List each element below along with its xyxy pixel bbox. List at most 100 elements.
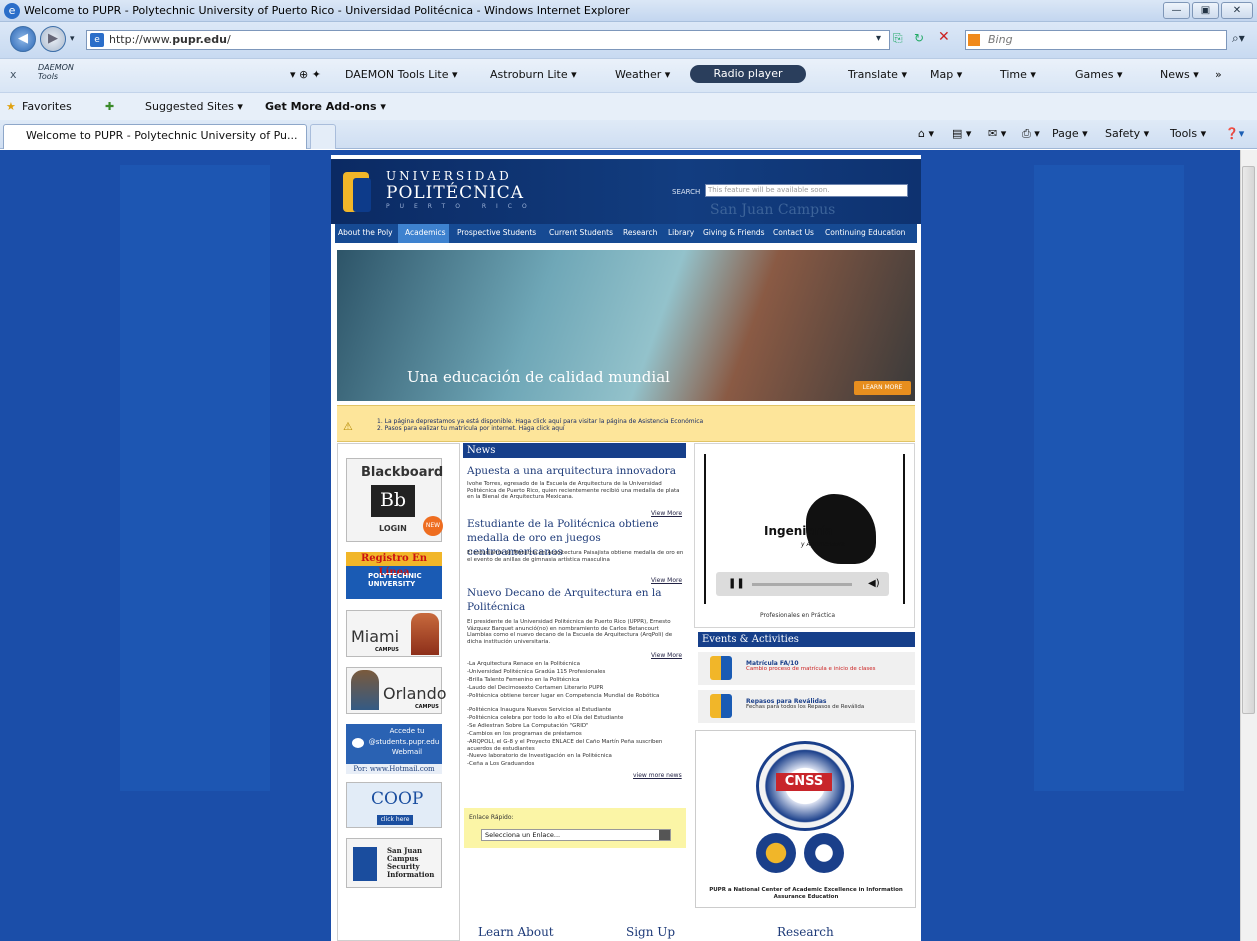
research-heading[interactable]: Research [777,925,834,939]
window-titlebar: e Welcome to PUPR - Polytechnic Universi… [0,0,1257,22]
learn-about-heading[interactable]: Learn About [478,925,554,939]
news-list-item[interactable]: -Laudo del Decimosexto Certamen Literari… [467,685,685,692]
address-bar: ◀ ▶ ▾ http://www.pupr.edu/ e ▾ ⎘ ↻ ✕ Bin… [0,22,1257,58]
news-more-3[interactable]: View More [651,652,682,659]
news-list-item[interactable]: -Politécnica celebra por todo lo alto el… [467,715,685,722]
translate-menu[interactable]: Translate ▾ [848,68,907,81]
ie-logo-icon: e [4,3,20,19]
minimize-button[interactable]: — [1163,2,1190,19]
notice-line-2[interactable]: 2. Pasos para ealizar tu matricula por i… [377,425,565,432]
video-seek-bar[interactable] [752,583,852,586]
nav-giving[interactable]: Giving & Friends [703,228,765,237]
news-list-item[interactable]: -Se Adiestran Sobre La Computación "GRID… [467,723,685,730]
games-menu[interactable]: Games ▾ [1075,68,1123,81]
nav-library[interactable]: Library [668,228,694,237]
stop-icon[interactable]: ✕ [938,29,950,45]
sign-up-heading[interactable]: Sign Up [626,925,675,939]
news-list-item[interactable]: -Ceña a Los Graduandos [467,761,685,768]
astroburn-menu[interactable]: Astroburn Lite ▾ [490,68,577,81]
nav-about[interactable]: About the Poly [338,228,393,237]
news-list-item[interactable]: -Universidad Politécnica Gradúa 115 Prof… [467,669,685,676]
compatibility-icon[interactable]: ⎘ [893,31,903,46]
hero-banner[interactable]: Una educación de calidad mundial [337,250,915,401]
pause-icon[interactable]: ❚❚ [728,578,745,589]
notice-bar: ⚠ 1. La página deprestamos ya está dispo… [337,405,915,442]
registro-banner[interactable]: Registro En Línea POLYTECHNIC UNIVERSITY [346,552,442,599]
close-window-button[interactable]: ✕ [1221,2,1253,19]
back-button[interactable]: ◀ [10,26,36,52]
news-menu[interactable]: News ▾ [1160,68,1199,81]
safety-menu[interactable]: Safety ▾ [1105,127,1149,140]
favorites-button[interactable]: Favorites [22,100,72,113]
learn-more-button[interactable]: LEARN MORE [854,381,911,395]
search-icon[interactable]: ⌕▾ [1232,31,1245,46]
search-input[interactable]: Bing [965,30,1227,50]
coop-click-here[interactable]: click here [377,815,413,825]
news-body-2: El estudiante de Maestría en Arquitectur… [467,550,684,563]
quick-link-select[interactable]: Selecciona un Enlace... [481,829,671,841]
news-list-item[interactable]: -Nuevo laboratorio de Investigación en l… [467,753,685,760]
news-list-item[interactable]: -La Arquitectura Renace en la Politécnic… [467,661,685,668]
coop-banner[interactable]: COOP click here [346,782,442,828]
cnss-panel[interactable]: CNSS PUPR a National Center of Academic … [695,730,916,908]
news-title-3[interactable]: Nuevo Decano de Arquitectura en la Polit… [467,586,687,614]
nav-continuing[interactable]: Continuing Education [825,228,905,237]
news-list-item[interactable]: -Cambios en los programas de préstamos [467,731,685,738]
news-more-2[interactable]: View More [651,577,682,584]
toolbar-close-button[interactable]: x [10,68,17,81]
nav-prospective[interactable]: Prospective Students [457,228,536,237]
nav-research[interactable]: Research [623,228,657,237]
site-search-input[interactable]: This feature will be available soon. [705,184,908,197]
tab-pupr[interactable]: Welcome to PUPR - Polytechnic University… [3,124,307,149]
view-more-news-link[interactable]: view more news [633,772,682,779]
orlando-campus-banner[interactable]: Orlando CAMPUS [346,667,447,714]
miami-campus-label: CAMPUS [375,647,399,653]
print-icon[interactable]: ⎙ ▾ [1022,127,1040,141]
tools-menu[interactable]: Tools ▾ [1170,127,1206,140]
feeds-icon[interactable]: ▤ ▾ [952,127,971,140]
select-dropdown-icon[interactable] [659,830,670,840]
site-name-line3: PUERTO RICO [386,203,537,210]
news-list-item[interactable]: -Politécnica obtiene tercer lugar en Com… [467,693,685,700]
event-item[interactable]: Repasos para Reválidas Fechas para todos… [698,690,915,723]
time-menu[interactable]: Time ▾ [1000,68,1036,81]
nav-contact[interactable]: Contact Us [773,228,814,237]
zoom-icon[interactable]: ▾ ⊕ ✦ [290,68,321,81]
miami-campus-banner[interactable]: Miami CAMPUS [346,610,442,657]
daemon-logo[interactable]: DAEMON Tools [38,63,78,81]
miami-label: Miami [351,627,400,646]
new-tab-button[interactable] [310,124,336,149]
url-input[interactable]: http://www.pupr.edu/ [86,30,890,50]
daemon-lite-menu[interactable]: DAEMON Tools Lite ▾ [345,68,458,81]
weather-menu[interactable]: Weather ▾ [615,68,670,81]
security-info-banner[interactable]: San Juan Campus Security Information [346,838,442,888]
url-dropdown-icon[interactable]: ▾ [876,33,881,44]
event-desc: Fechas para todos los Repasos de Reválid… [746,704,865,710]
news-list-item[interactable]: -Brilla Talento Femenino en la Politécni… [467,677,685,684]
suggested-sites-link[interactable]: Suggested Sites ▾ [145,100,243,113]
volume-icon[interactable]: ◀) [868,578,880,589]
nav-current[interactable]: Current Students [549,228,613,237]
news-more-1[interactable]: View More [651,510,682,517]
addons-link[interactable]: Get More Add-ons ▾ [265,100,386,113]
mail-icon[interactable]: ✉ ▾ [988,127,1006,140]
page-menu[interactable]: Page ▾ [1052,127,1088,140]
radio-player[interactable]: Radio player [690,65,806,83]
forward-button[interactable]: ▶ [40,26,66,52]
news-list-item[interactable]: -Politécnica Inaugura Nuevos Servicios a… [467,707,685,714]
scrollbar-thumb[interactable] [1242,166,1255,714]
map-menu[interactable]: Map ▾ [930,68,962,81]
help-icon[interactable]: ❓▾ [1225,127,1244,140]
history-dropdown-icon[interactable]: ▾ [70,34,75,44]
student-webmail-banner[interactable]: Accede tu @students.pupr.edu Webmail Por… [346,724,442,774]
news-list-item[interactable]: -ARQPOLI, el G-8 y el Proyecto ENLACE de… [467,739,685,752]
refresh-icon[interactable]: ↻ [914,31,924,45]
nav-academics-active[interactable]: Academics [405,228,446,237]
add-favorite-icon[interactable]: ✚ [105,100,114,113]
maximize-button[interactable]: ▣ [1192,2,1219,19]
home-icon[interactable]: ⌂ ▾ [918,127,934,140]
toolbar-more-button[interactable]: » [1215,68,1222,81]
event-item[interactable]: Matrícula FA/10 Cambio proceso de matríc… [698,652,915,685]
news-title-1[interactable]: Apuesta a una arquitectura innovadora [467,464,687,478]
notice-line-1[interactable]: 1. La página deprestamos ya está disponi… [377,418,703,425]
